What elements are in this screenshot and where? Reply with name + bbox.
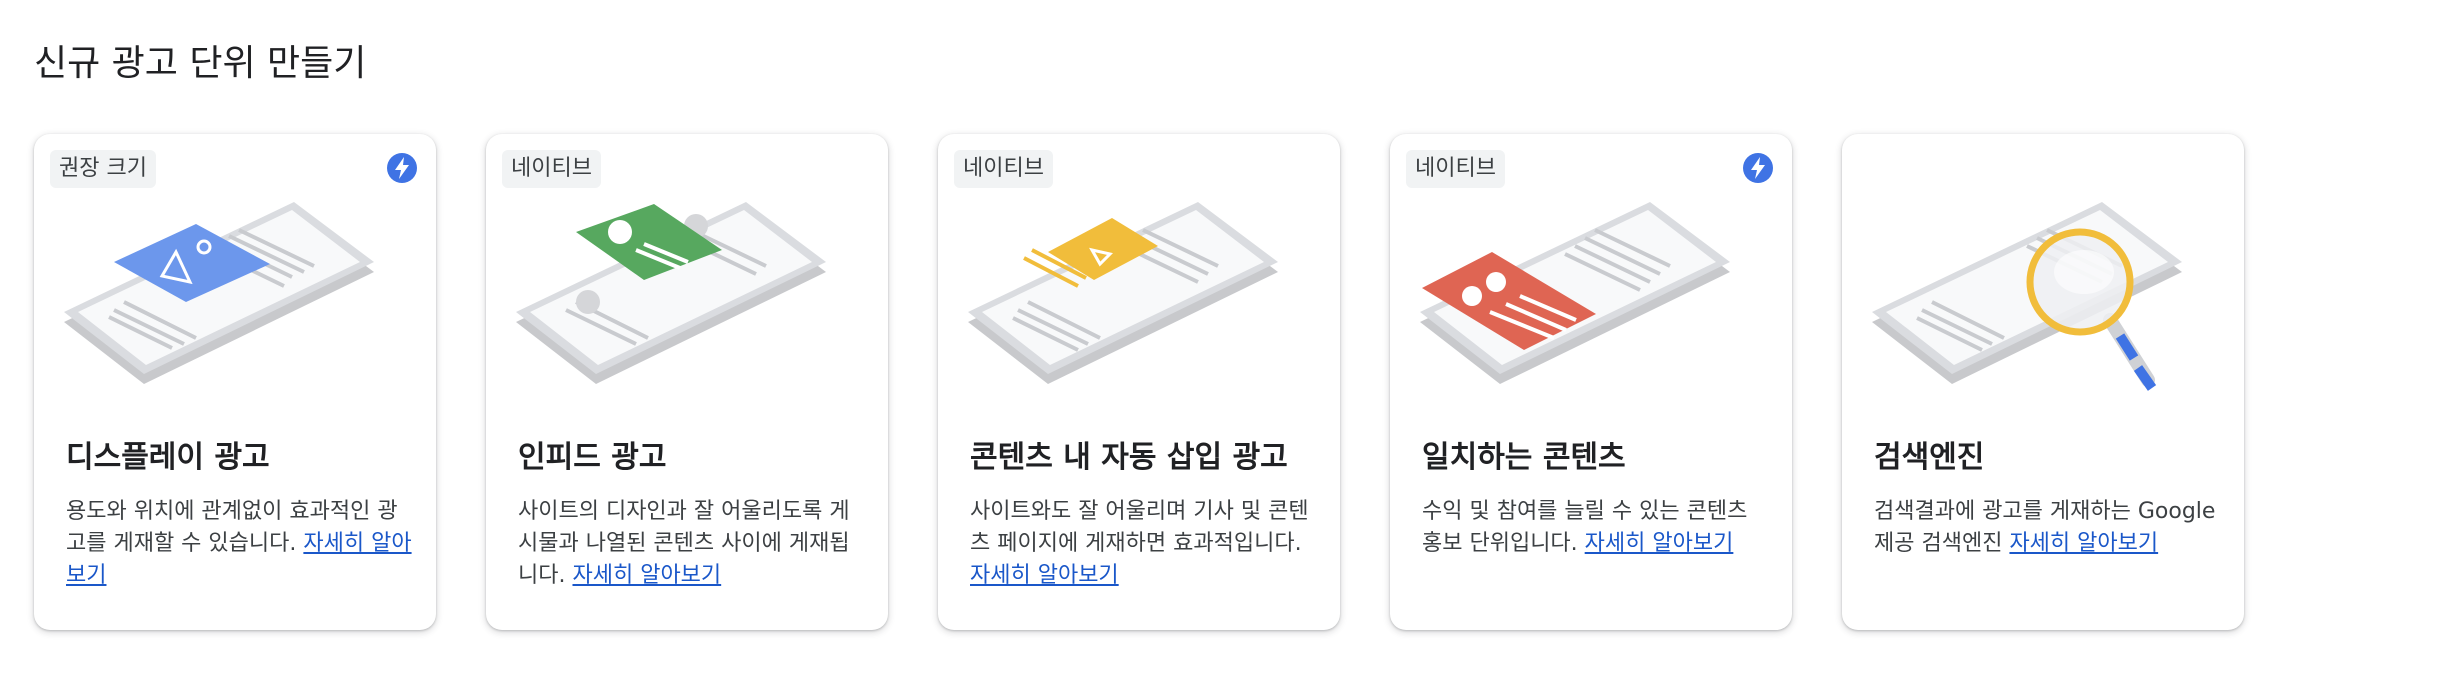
lightning-icon <box>1743 153 1773 183</box>
learn-more-link[interactable]: 자세히 알아보기 <box>970 563 1119 588</box>
card-description: 사이트의 디자인과 잘 어울리도록 게시물과 나열된 콘텐츠 사이에 게재됩니다… <box>518 499 850 588</box>
card-title: 인피드 광고 <box>518 440 667 475</box>
badge-native: 네이티브 <box>1406 150 1505 188</box>
card-in-feed-ad[interactable]: 네이티브 인피드 광고 사이트의 디자인과 잘 어울리도록 게시물과 나열된 콘 <box>486 134 888 630</box>
display-ad-illustration <box>64 202 374 384</box>
badge-native: 네이티브 <box>502 150 601 188</box>
learn-more-link[interactable]: 자세히 알아보기 <box>1585 531 1734 556</box>
card-display-ad[interactable]: 권장 크기 디스플레이 광고 용도와 위치에 관계없이 효과적인 광고를 게재할… <box>34 134 436 630</box>
card-description: 수익 및 참여를 늘릴 수 있는 콘텐츠 홍보 단위입니다. 자세히 알아보기 <box>1422 499 1748 556</box>
in-feed-ad-illustration <box>516 202 826 384</box>
card-in-article-ad[interactable]: 네이티브 콘텐츠 내 자동 삽입 광고 사이트와도 잘 어울리며 기사 및 콘텐… <box>938 134 1340 630</box>
card-title: 디스플레이 광고 <box>66 440 270 475</box>
card-description: 검색결과에 광고를 게재하는 Google 제공 검색엔진 자세히 알아보기 <box>1874 499 2216 556</box>
matched-content-illustration <box>1420 202 1730 384</box>
page-title: 신규 광고 단위 만들기 <box>34 43 367 84</box>
badge-native: 네이티브 <box>954 150 1053 188</box>
badge-recommended-size: 권장 크기 <box>50 150 156 188</box>
learn-more-link[interactable]: 자세히 알아보기 <box>2009 531 2158 556</box>
card-description: 용도와 위치에 관계없이 효과적인 광고를 게재할 수 있습니다. 자세히 알아… <box>66 499 412 588</box>
card-description: 사이트와도 잘 어울리며 기사 및 콘텐츠 페이지에 게재하면 효과적입니다. … <box>970 499 1309 588</box>
card-matched-content[interactable]: 네이티브 일치하는 콘텐츠 수익 및 참여를 늘릴 수 있는 콘텐츠 홍보 단위… <box>1390 134 1792 630</box>
lightning-icon <box>387 153 417 183</box>
card-title: 콘텐츠 내 자동 삽입 광고 <box>970 440 1288 475</box>
learn-more-link[interactable]: 자세히 알아보기 <box>572 563 721 588</box>
in-article-ad-illustration <box>968 202 1278 384</box>
card-title: 일치하는 콘텐츠 <box>1422 440 1626 475</box>
card-title: 검색엔진 <box>1874 440 1985 475</box>
search-engine-illustration <box>1872 202 2182 391</box>
card-search-engine[interactable]: 검색엔진 검색결과에 광고를 게재하는 Google 제공 검색엔진 자세히 알… <box>1842 134 2244 630</box>
